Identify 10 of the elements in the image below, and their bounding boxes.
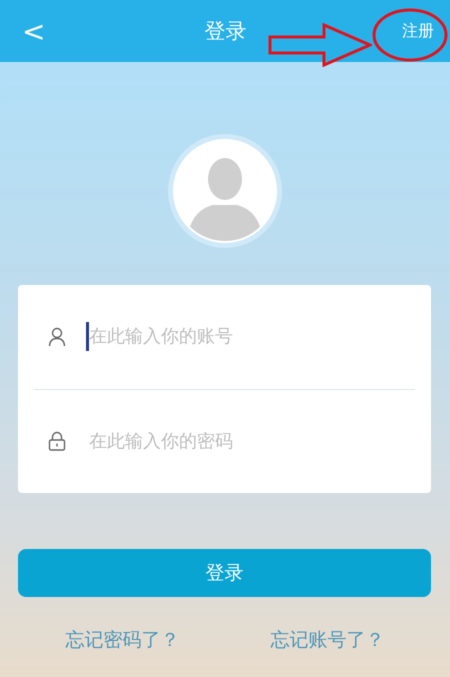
user-icon (48, 326, 66, 347)
account-field[interactable]: 在此输入你的账号 (86, 322, 401, 352)
avatar-icon (167, 133, 283, 249)
link[interactable]: 忘记账号了？ (270, 627, 384, 653)
login-button[interactable]: 登录 (18, 549, 431, 597)
back-button[interactable]: < (16, 14, 52, 48)
lock-icon (48, 431, 66, 452)
link[interactable]: 忘记密码了？ (66, 627, 180, 653)
password-field[interactable]: 在此输入你的密码 (86, 426, 401, 456)
page-title: 登录 (204, 18, 247, 45)
